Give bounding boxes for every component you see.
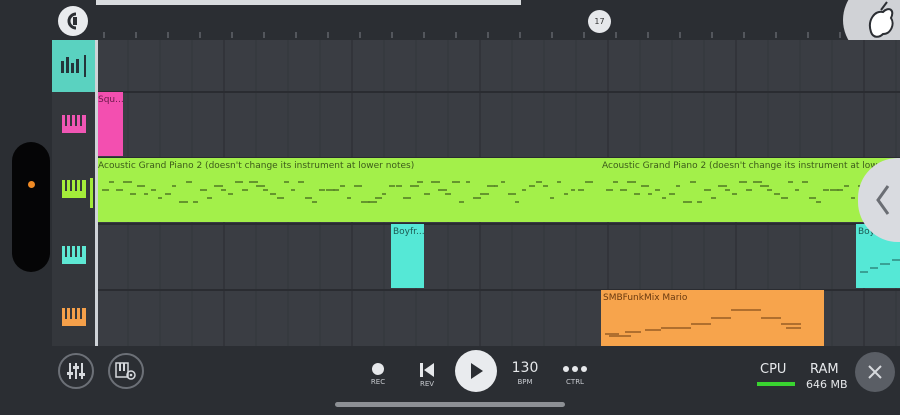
piano-icon [61,115,86,133]
mixer-icon [60,55,86,77]
piano-icon [61,246,86,264]
mixer-button[interactable] [58,353,94,389]
more-icon [563,366,587,372]
play-button[interactable] [455,350,497,392]
playhead[interactable] [95,40,98,346]
clip-acoustic-piano-2[interactable]: Acoustic Grand Piano 2 (doesn't change i… [600,158,900,222]
home-indicator [335,402,565,407]
ctrl-label: CTRL [566,378,584,386]
rec-label: REC [370,378,386,386]
undo-icon [67,12,77,30]
sliders-icon [67,363,85,379]
tempo-button[interactable]: 130 BPM [508,360,542,386]
rec-button[interactable]: REC [366,362,390,386]
clip-smb-funk-mix-mario[interactable]: SMBFunkMix Mario [601,290,824,346]
instrument-settings-button[interactable] [108,353,144,389]
camera-indicator-dot [28,181,35,188]
track-3-piano-button[interactable] [52,222,95,288]
cpu-meter [757,382,795,386]
chevron-left-icon [876,185,890,215]
rewind-icon [420,363,434,377]
phone-notch [12,142,50,272]
bpm-label: BPM [517,378,533,386]
undo-button[interactable] [58,6,88,36]
clip-square[interactable]: Squ... [96,92,123,156]
record-icon [372,363,384,375]
mixer-track-button[interactable] [52,40,95,92]
track-1-piano-button[interactable] [52,92,95,156]
play-icon [471,363,483,379]
close-icon [868,365,882,379]
piano-icon [61,180,86,198]
piano-icon [61,308,86,326]
track-selected-indicator [90,178,93,208]
cpu-label: CPU [760,362,787,377]
playlist-grid[interactable]: Squ... Acoustic Grand Piano 2 (doesn't c… [96,40,900,346]
timeline-ruler[interactable] [96,30,856,40]
clip-label: Boyfr... [393,227,424,237]
clip-acoustic-piano-1[interactable]: Acoustic Grand Piano 2 (doesn't change i… [96,158,600,222]
clip-label: Squ... [98,95,123,105]
bpm-value: 130 [511,360,539,376]
clip-boyfriend-1[interactable]: Boyfr... [391,224,424,288]
ram-value: 646 MB [806,378,848,391]
track-2-piano-button[interactable] [52,156,95,222]
song-position-bar[interactable] [96,0,521,5]
side-panel-toggle[interactable] [858,158,900,242]
track-4-piano-button[interactable] [52,288,95,346]
bar-marker[interactable]: 17 [588,10,611,33]
ram-label: RAM [810,362,839,377]
rev-label: REV [419,380,435,388]
piano-settings-icon [115,362,136,380]
ctrl-button[interactable]: CTRL [560,362,590,386]
rev-button[interactable]: REV [415,362,439,388]
close-button[interactable] [855,352,895,392]
